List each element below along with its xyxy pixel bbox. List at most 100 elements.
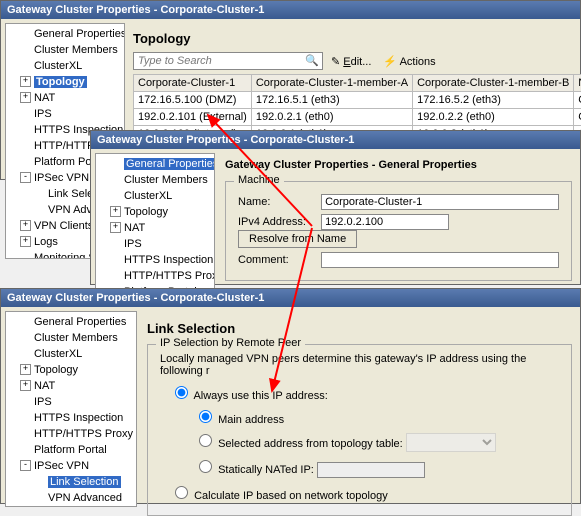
tree-item-link-selection[interactable]: Link Selection: [6, 474, 136, 490]
tree-item-http-https-proxy[interactable]: HTTP/HTTPS Proxy: [96, 268, 214, 284]
tree-item-cluster-members[interactable]: Cluster Members: [96, 172, 214, 188]
radio-main[interactable]: Main address: [194, 407, 563, 426]
actions-button[interactable]: ⚡ Actions: [379, 54, 439, 69]
nav-tree[interactable]: General Properties Cluster Members Cluster…: [5, 311, 137, 507]
topology-header: Topology: [133, 31, 574, 46]
expand-icon[interactable]: -: [20, 172, 31, 183]
radio-nat-input[interactable]: [199, 460, 212, 473]
radio-always-input[interactable]: [175, 386, 188, 399]
table-row[interactable]: 192.0.2.101 (External)192.0.2.1 (eth0)19…: [134, 109, 581, 126]
tree-item-cluster-members[interactable]: Cluster Members: [6, 42, 124, 58]
tree-item-nat[interactable]: +NAT: [96, 220, 214, 236]
ipv4-field[interactable]: [321, 214, 449, 230]
radio-always[interactable]: Always use this IP address:: [170, 383, 563, 402]
tree-item-label: NAT: [34, 380, 55, 392]
table-cell: 192.0.2.1 (eth0): [251, 109, 412, 126]
table-cell: Cluster: [574, 109, 581, 126]
window-link-selection: Gateway Cluster Properties - Corporate-C…: [0, 288, 581, 504]
tree-item-label: NAT: [124, 222, 145, 234]
link-selection-panel: Link Selection IP Selection by Remote Pe…: [141, 311, 578, 501]
table-cell: 192.0.2.101 (External): [134, 109, 252, 126]
tree-item-general-properties[interactable]: General Properties: [6, 26, 124, 42]
tree-item-clusterxl[interactable]: ClusterXL: [96, 188, 214, 204]
titlebar: Gateway Cluster Properties - Corporate-C…: [1, 1, 580, 19]
link-selection-header: Link Selection: [147, 321, 572, 336]
column-header[interactable]: Corporate-Cluster-1-member-A: [251, 75, 412, 92]
expand-icon[interactable]: +: [110, 206, 121, 217]
expand-icon[interactable]: +: [20, 220, 31, 231]
expand-icon[interactable]: +: [20, 380, 31, 391]
table-cell: 172.16.5.1 (eth3): [251, 92, 412, 109]
expand-icon[interactable]: -: [20, 460, 31, 471]
tree-item-topology[interactable]: +Topology: [6, 74, 124, 90]
radio-calculate-label: Calculate IP based on network topology: [194, 490, 388, 502]
search-input[interactable]: Type to Search: [133, 52, 323, 70]
nat-ip-field: [317, 462, 425, 478]
tree-item-clusterxl[interactable]: ClusterXL: [6, 58, 124, 74]
nav-tree[interactable]: General PropertiesCluster MembersCluster…: [95, 153, 215, 309]
ip-selection-group: IP Selection by Remote Peer Locally mana…: [147, 344, 572, 516]
tree-item-topology[interactable]: +Topology: [96, 204, 214, 220]
tree-item-nat[interactable]: +NAT: [6, 90, 124, 106]
general-header: Gateway Cluster Properties - General Pro…: [225, 159, 572, 171]
tree-item-ipsec-vpn[interactable]: -IPSec VPN: [6, 458, 136, 474]
tree-item-label: Topology: [124, 206, 168, 218]
tree-item-label: HTTP/HTTPS Proxy: [124, 270, 215, 282]
window-title: Gateway Cluster Properties - Corporate-C…: [7, 4, 264, 16]
expand-icon[interactable]: +: [20, 92, 31, 103]
tree-item-ips[interactable]: IPS: [6, 106, 124, 122]
table-cell: Cluster: [574, 92, 581, 109]
table-row[interactable]: 172.16.5.100 (DMZ)172.16.5.1 (eth3)172.1…: [134, 92, 581, 109]
tree-item-label: VPN Clients: [34, 220, 93, 232]
tree-item-ips[interactable]: IPS: [96, 236, 214, 252]
radio-main-input[interactable]: [199, 410, 212, 423]
tree-item-label: Link Selection: [48, 476, 121, 488]
tree-item-clusterxl[interactable]: ClusterXL: [6, 346, 136, 362]
radio-nat-label: Statically NATed IP:: [218, 464, 314, 476]
tree-item-ips[interactable]: IPS: [6, 394, 136, 410]
radio-selected-label: Selected address from topology table:: [218, 438, 403, 450]
radio-selected-input[interactable]: [199, 434, 212, 447]
tree-item-label: Topology: [34, 76, 87, 88]
tree-item-topology[interactable]: +Topology: [6, 362, 136, 378]
tree-item-label: IPSec VPN: [34, 460, 89, 472]
tree-item-label: Cluster Members: [34, 332, 118, 344]
tree-item-label: Logs: [34, 236, 58, 248]
name-label: Name:: [238, 196, 318, 208]
radio-nat[interactable]: Statically NATed IP:: [194, 457, 563, 478]
window-general: Gateway Cluster Properties - Corporate-C…: [90, 130, 581, 285]
comment-field[interactable]: [321, 252, 559, 268]
radio-calculate-input[interactable]: [175, 486, 188, 499]
tree-item-label: VPN Advanced: [48, 492, 122, 504]
ip-selection-title: IP Selection by Remote Peer: [156, 337, 305, 349]
tree-item-nat[interactable]: +NAT: [6, 378, 136, 394]
tree-item-general-properties[interactable]: General Properties: [6, 314, 136, 330]
general-panel: Gateway Cluster Properties - General Pro…: [219, 153, 578, 282]
tree-item-general-properties[interactable]: General Properties: [96, 156, 214, 172]
tree-item-https-inspection[interactable]: HTTPS Inspection: [6, 410, 136, 426]
tree-item-label: General Properties: [34, 28, 125, 40]
topology-address-select: [406, 433, 496, 452]
tree-item-http-https-proxy[interactable]: HTTP/HTTPS Proxy: [6, 426, 136, 442]
radio-main-label: Main address: [218, 414, 284, 426]
tree-item-https-inspection[interactable]: HTTPS Inspection: [96, 252, 214, 268]
radio-selected-address[interactable]: Selected address from topology table:: [194, 431, 563, 452]
column-header[interactable]: Corporate-Cluster-1-member-B: [413, 75, 574, 92]
window-title: Gateway Cluster Properties - Corporate-C…: [97, 134, 354, 146]
expand-icon[interactable]: +: [20, 76, 31, 87]
tree-item-label: IPS: [124, 238, 142, 250]
expand-icon[interactable]: +: [20, 236, 31, 247]
resolve-button[interactable]: Resolve from Name: [238, 230, 357, 248]
expand-icon[interactable]: +: [20, 364, 31, 375]
tree-item-label: Cluster Members: [34, 44, 118, 56]
tree-item-platform-portal[interactable]: Platform Portal: [6, 442, 136, 458]
name-field[interactable]: [321, 194, 559, 210]
titlebar: Gateway Cluster Properties - Corporate-C…: [1, 289, 580, 307]
edit-button[interactable]: ✎ Edit...: [327, 54, 375, 69]
radio-calculate[interactable]: Calculate IP based on network topology: [170, 483, 563, 502]
tree-item-label: NAT: [34, 92, 55, 104]
column-header[interactable]: Corporate-Cluster-1: [134, 75, 252, 92]
expand-icon[interactable]: +: [110, 222, 121, 233]
column-header[interactable]: Network Type: [574, 75, 581, 92]
tree-item-cluster-members[interactable]: Cluster Members: [6, 330, 136, 346]
